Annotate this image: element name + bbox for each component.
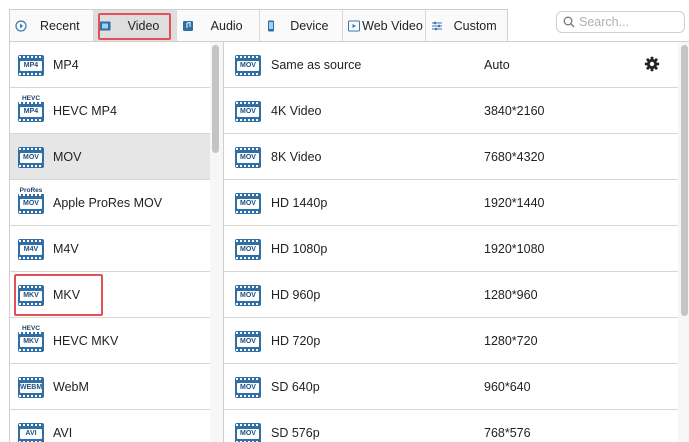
search-input[interactable] bbox=[579, 13, 679, 31]
tab-label: Audio bbox=[210, 19, 243, 33]
scrollbar-thumb[interactable] bbox=[681, 45, 688, 316]
tab-audio[interactable]: Audio bbox=[177, 10, 260, 42]
preset-resolution: 7680*4320 bbox=[484, 149, 545, 164]
format-item-hevc-mp4[interactable]: HEVC MP4 HEVC MP4 bbox=[10, 88, 210, 134]
preset-resolution: Auto bbox=[484, 57, 510, 72]
mov-format-icon: MOV bbox=[235, 283, 261, 307]
custom-icon bbox=[431, 20, 443, 32]
tab-video[interactable]: Video bbox=[93, 10, 178, 42]
preset-item[interactable]: MOV 4K Video 3840*2160 bbox=[224, 88, 678, 134]
preset-name: HD 720p bbox=[271, 333, 321, 348]
format-label: MOV bbox=[53, 149, 82, 164]
mov-format-icon: MOV bbox=[235, 145, 261, 169]
tab-web-video[interactable]: Web Video bbox=[343, 10, 427, 42]
preset-item[interactable]: MOV 8K Video 7680*4320 bbox=[224, 134, 678, 180]
preset-list: MOV Same as source Auto MOV 4K Video 384… bbox=[224, 42, 678, 442]
format-item-mov[interactable]: MOV MOV bbox=[10, 134, 210, 180]
format-label: Apple ProRes MOV bbox=[53, 195, 163, 210]
m4v-format-icon: M4V bbox=[18, 237, 44, 261]
preset-resolution: 3840*2160 bbox=[484, 103, 545, 118]
format-list-scrollbar[interactable] bbox=[210, 42, 223, 442]
webm-format-icon: WEBM bbox=[18, 375, 44, 399]
search-icon bbox=[563, 16, 575, 28]
tab-label: Custom bbox=[453, 19, 497, 33]
mov-format-icon: MOV bbox=[235, 375, 261, 399]
video-icon bbox=[99, 20, 111, 32]
tab-label: Device bbox=[290, 19, 329, 33]
web-video-icon bbox=[347, 20, 360, 32]
audio-icon bbox=[182, 20, 194, 32]
device-icon bbox=[265, 20, 277, 32]
tab-label: Video bbox=[127, 19, 160, 33]
format-label: HEVC MP4 bbox=[53, 103, 117, 118]
mov-format-icon: MOV bbox=[235, 99, 261, 123]
preset-name: SD 640p bbox=[271, 379, 320, 394]
preset-resolution: 960*640 bbox=[484, 379, 531, 394]
preset-item[interactable]: MOV HD 1440p 1920*1440 bbox=[224, 180, 678, 226]
format-item-hevc-mkv[interactable]: HEVC MKV HEVC MKV bbox=[10, 318, 210, 364]
tab-label: Recent bbox=[40, 19, 80, 33]
hevc-mp4-format-icon: HEVC MP4 bbox=[18, 94, 44, 123]
format-label: M4V bbox=[53, 241, 79, 256]
preset-list-scrollbar[interactable] bbox=[678, 42, 689, 442]
gear-icon[interactable] bbox=[644, 56, 660, 72]
format-item-prores-mov[interactable]: ProRes MOV Apple ProRes MOV bbox=[10, 180, 210, 226]
preset-item[interactable]: MOV HD 960p 1280*960 bbox=[224, 272, 678, 318]
format-list: MP4 MP4 HEVC MP4 HEVC MP4 MOV MOV ProRes M… bbox=[10, 42, 210, 442]
search-box[interactable] bbox=[556, 11, 685, 33]
hevc-mkv-format-icon: HEVC MKV bbox=[18, 324, 44, 353]
mov-format-icon: MOV bbox=[235, 329, 261, 353]
format-item-webm[interactable]: WEBM WebM bbox=[10, 364, 210, 410]
mov-format-icon: MOV bbox=[235, 53, 261, 77]
tab-recent[interactable]: Recent bbox=[10, 10, 94, 42]
mov-format-icon: MOV bbox=[235, 237, 261, 261]
mp4-format-icon: MP4 bbox=[18, 53, 44, 77]
preset-name: SD 576p bbox=[271, 425, 320, 440]
format-label: WebM bbox=[53, 379, 89, 394]
prores-mov-format-icon: ProRes MOV bbox=[18, 186, 44, 215]
format-label: AVI bbox=[53, 425, 73, 440]
format-label: MKV bbox=[53, 287, 81, 302]
format-label: MP4 bbox=[53, 57, 79, 72]
tab-custom[interactable]: Custom bbox=[426, 10, 507, 42]
format-browser: MP4 MP4 HEVC MP4 HEVC MP4 MOV MOV ProRes M… bbox=[9, 41, 689, 442]
format-label: HEVC MKV bbox=[53, 333, 119, 348]
tab-label: Web Video bbox=[362, 19, 423, 33]
preset-name: HD 960p bbox=[271, 287, 321, 302]
preset-resolution: 768*576 bbox=[484, 425, 531, 440]
preset-item[interactable]: MOV SD 576p 768*576 bbox=[224, 410, 678, 442]
format-category-tabs: Recent Video Audio Device Web Video Cust… bbox=[9, 9, 508, 42]
scrollbar-thumb[interactable] bbox=[212, 45, 219, 153]
mov-format-icon: MOV bbox=[18, 145, 44, 169]
preset-item[interactable]: MOV Same as source Auto bbox=[224, 42, 678, 88]
preset-name: 8K Video bbox=[271, 149, 322, 164]
format-item-mkv[interactable]: MKV MKV bbox=[10, 272, 210, 318]
preset-name: Same as source bbox=[271, 57, 362, 72]
preset-resolution: 1280*960 bbox=[484, 287, 538, 302]
tab-device[interactable]: Device bbox=[260, 10, 343, 42]
mkv-format-icon: MKV bbox=[18, 283, 44, 307]
preset-resolution: 1920*1440 bbox=[484, 195, 545, 210]
mov-format-icon: MOV bbox=[235, 191, 261, 215]
preset-item[interactable]: MOV HD 720p 1280*720 bbox=[224, 318, 678, 364]
preset-item[interactable]: MOV SD 640p 960*640 bbox=[224, 364, 678, 410]
preset-name: HD 1440p bbox=[271, 195, 328, 210]
preset-item[interactable]: MOV HD 1080p 1920*1080 bbox=[224, 226, 678, 272]
preset-resolution: 1920*1080 bbox=[484, 241, 545, 256]
format-item-avi[interactable]: AVI AVI bbox=[10, 410, 210, 442]
preset-resolution: 1280*720 bbox=[484, 333, 538, 348]
format-item-m4v[interactable]: M4V M4V bbox=[10, 226, 210, 272]
recent-icon bbox=[15, 20, 27, 32]
preset-name: HD 1080p bbox=[271, 241, 328, 256]
format-item-mp4[interactable]: MP4 MP4 bbox=[10, 42, 210, 88]
preset-name: 4K Video bbox=[271, 103, 322, 118]
avi-format-icon: AVI bbox=[18, 421, 44, 442]
mov-format-icon: MOV bbox=[235, 421, 261, 442]
